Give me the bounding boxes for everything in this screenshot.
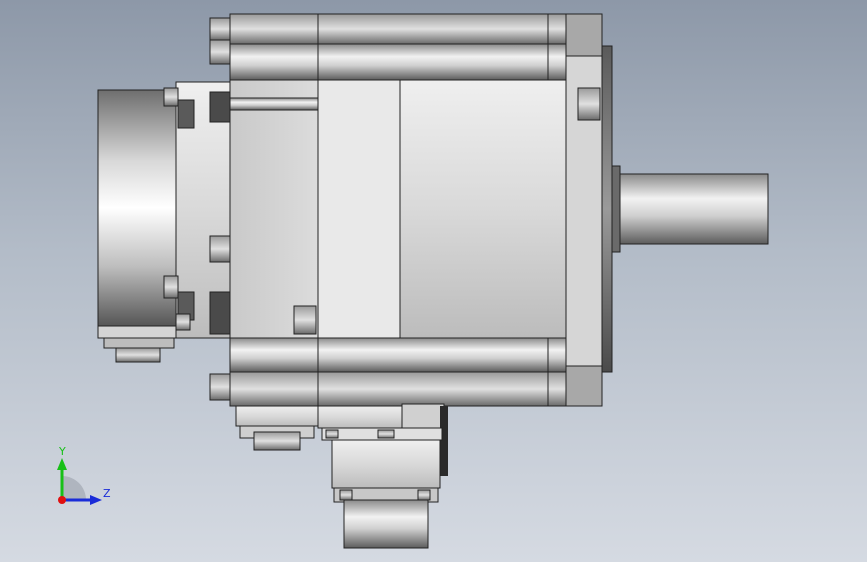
motor-housing [229, 13, 571, 407]
triad-quadrant [62, 476, 86, 500]
z-axis-arrowhead [90, 495, 102, 505]
y-axis-arrowhead [57, 458, 67, 470]
signal-connector [317, 403, 448, 549]
z-axis-label: Z [103, 487, 111, 500]
front-flange [565, 13, 613, 407]
servo-motor-model[interactable]: Y Z [0, 0, 867, 562]
output-shaft [611, 165, 769, 253]
power-connector [235, 405, 319, 451]
axis-triad: Y Z [57, 445, 111, 505]
x-axis-dot [58, 496, 66, 504]
y-axis-label: Y [58, 445, 66, 458]
rear-encoder-cover [97, 89, 181, 363]
cad-3d-viewport[interactable]: Y Z [0, 0, 867, 562]
